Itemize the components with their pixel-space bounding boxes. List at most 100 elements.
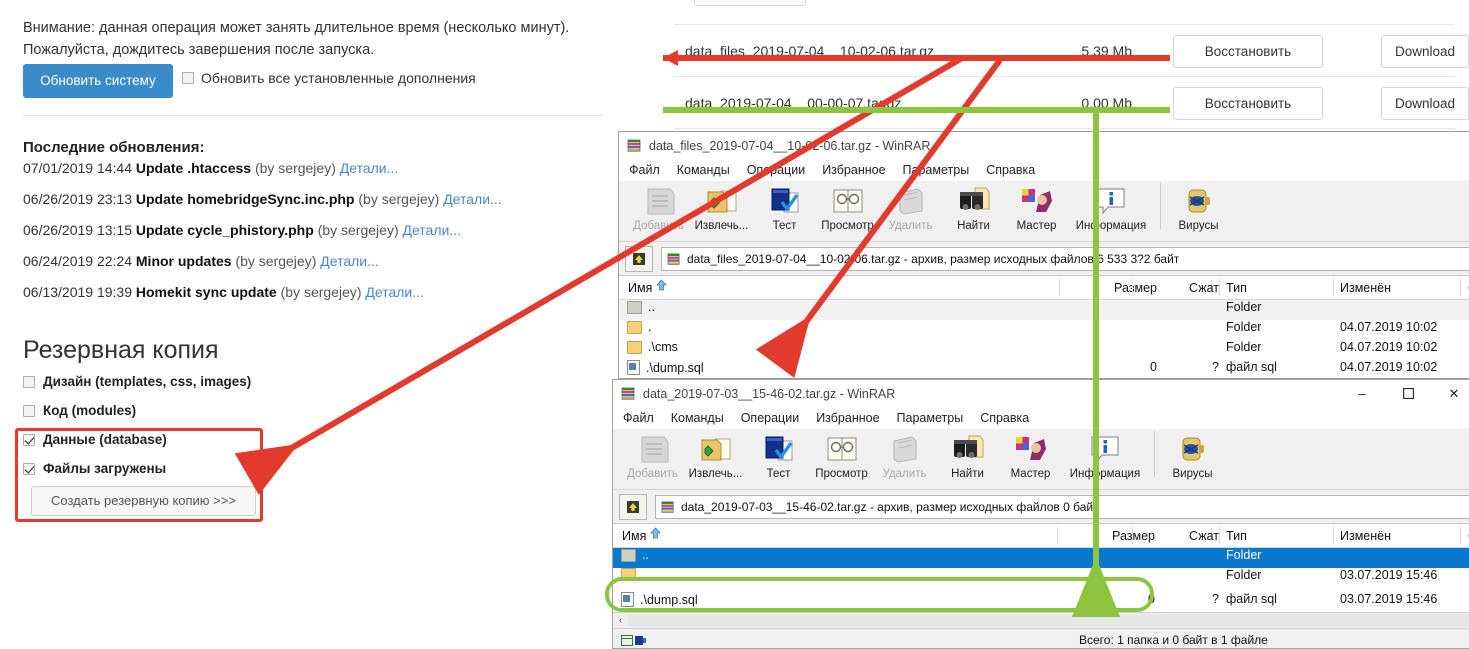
column-header-size[interactable]: Размер (1085, 281, 1157, 295)
toolbar-button-delete[interactable]: Удалить (873, 429, 936, 480)
up-one-level-button[interactable] (625, 245, 653, 272)
backup-database-checkbox[interactable] (23, 433, 35, 446)
menu-item-file[interactable]: Файл (629, 163, 660, 177)
column-header-ratio[interactable]: Сжат (1159, 529, 1219, 543)
column-header-type[interactable]: Тип (1226, 529, 1247, 543)
column-header-size[interactable]: Размер (1083, 529, 1155, 543)
backup-option-uploads[interactable]: Файлы загружены (23, 461, 251, 476)
address-bar[interactable]: data_files_2019-07-04__10-02-06.tar.gz -… (619, 242, 1469, 275)
scroll-track[interactable] (628, 614, 1469, 627)
address-bar[interactable]: data_2019-07-03__15-46-02.tar.gz - архив… (613, 490, 1469, 523)
minimize-icon[interactable]: – (1339, 380, 1385, 407)
toolbar-button-wizard[interactable]: Мастер (999, 429, 1062, 480)
close-icon[interactable]: ✕ (1431, 380, 1469, 407)
update-details-link[interactable]: Детали... (365, 284, 424, 300)
menu-item-commands[interactable]: Команды (677, 163, 730, 177)
window-controls[interactable]: – ✕ (1339, 380, 1469, 407)
update-addons-checkbox[interactable] (182, 72, 194, 84)
column-header-ratio[interactable]: Сжат (1159, 281, 1219, 295)
update-details-link[interactable]: Детали... (320, 253, 379, 269)
column-header-name[interactable]: Имя (622, 529, 646, 543)
toolbar-button-virus[interactable]: Вирусы (1167, 181, 1230, 232)
column-header-name[interactable]: Имя (628, 281, 652, 295)
scroll-left-icon[interactable]: ‹ (613, 614, 628, 627)
file-list[interactable]: .. Folder . Folder 04.07.2019 10:02 .\cm… (619, 300, 1469, 378)
winrar-window-2[interactable]: data_2019-07-03__15-46-02.tar.gz - WinRA… (612, 379, 1469, 649)
table-row[interactable]: .\cms Folder 04.07.2019 10:02 (619, 340, 1469, 360)
create-backup-button[interactable]: Создать резервную копию >>> (31, 486, 256, 516)
toolbar-button-add[interactable]: Добавить (627, 181, 690, 232)
menu-bar[interactable]: Файл Команды Операции Избранное Параметр… (613, 407, 1469, 429)
toolbar-button-view[interactable]: Просмотр (816, 181, 879, 232)
toolbar-button-info[interactable]: Информация (1062, 429, 1148, 480)
backup-option-code[interactable]: Код (modules) (23, 403, 251, 418)
download-button[interactable]: Download (1381, 35, 1469, 68)
menu-item-help[interactable]: Справка (986, 163, 1035, 177)
file-list-header[interactable]: Имя Размер Сжат Тип Изменён C (613, 523, 1469, 548)
backup-uploads-checkbox[interactable] (23, 462, 35, 475)
toolbar[interactable]: Добавить Извлечь... Тест Просмотр Удалит… (619, 181, 1469, 242)
menu-item-favorites[interactable]: Избранное (822, 163, 885, 177)
toolbar-button-info[interactable]: Информация (1068, 181, 1154, 232)
window-title-bar[interactable]: data_files_2019-07-04__10-02-06.tar.gz -… (619, 132, 1469, 159)
toolbar-button-find[interactable]: Найти (942, 181, 1005, 232)
toolbar-button-delete[interactable]: Удалить (879, 181, 942, 232)
update-details-link[interactable]: Детали... (340, 160, 399, 176)
restore-button[interactable]: Восстановить (1173, 87, 1323, 120)
file-list[interactable]: .. Folder Folder 03.07.2019 15:46 .\dump… (613, 548, 1469, 612)
winrar-window-1[interactable]: data_files_2019-07-04__10-02-06.tar.gz -… (618, 131, 1469, 379)
menu-item-operations[interactable]: Операции (747, 163, 805, 177)
table-row[interactable]: . Folder 04.07.2019 10:02 (619, 320, 1469, 340)
toolbar-button-add[interactable]: Добавить (621, 429, 684, 480)
file-name-text: .. (642, 548, 649, 562)
toolbar-button-find[interactable]: Найти (936, 429, 999, 480)
info-icon (1086, 433, 1124, 466)
menu-bar[interactable]: Файл Команды Операции Избранное Параметр… (619, 159, 1469, 181)
table-row[interactable]: .\dump.sql 0 ? файл sql 03.07.2019 15:46 (613, 588, 1469, 612)
toolbar-button-extract[interactable]: Извлечь... (690, 181, 753, 232)
restore-button[interactable]: Восстановить (1173, 35, 1323, 68)
update-details-link[interactable]: Детали... (403, 222, 462, 238)
backup-option-database[interactable]: Данные (database) (23, 432, 251, 447)
column-header-modified[interactable]: Изменён (1340, 529, 1391, 543)
column-divider (1057, 527, 1058, 544)
column-divider (1333, 279, 1334, 296)
toolbar-label: Информация (1075, 220, 1147, 232)
table-row[interactable]: .\dump.sql 0 ? файл sql 04.07.2019 10:02 (619, 360, 1469, 378)
backup-option-design[interactable]: Дизайн (templates, css, images) (23, 374, 251, 389)
update-addons-option[interactable]: Обновить все установленные дополнения (182, 70, 476, 86)
window-title-bar[interactable]: data_2019-07-03__15-46-02.tar.gz - WinRA… (613, 380, 1469, 407)
update-details-link[interactable]: Детали... (443, 191, 502, 207)
toolbar-button-test[interactable]: Тест (753, 181, 816, 232)
update-system-button[interactable]: Обновить систему (23, 64, 173, 98)
backup-code-checkbox[interactable] (23, 404, 35, 417)
column-header-modified[interactable]: Изменён (1340, 281, 1391, 295)
table-row[interactable]: .. Folder (619, 300, 1469, 320)
archive-path-field[interactable]: data_2019-07-03__15-46-02.tar.gz - архив… (655, 494, 1469, 519)
menu-item-options[interactable]: Параметры (897, 411, 964, 425)
toolbar[interactable]: Добавить Извлечь... Тест Просмотр Удалит… (613, 429, 1469, 490)
menu-item-help[interactable]: Справка (980, 411, 1029, 425)
download-button[interactable]: Download (1381, 87, 1469, 120)
toolbar-button-virus[interactable]: Вирусы (1161, 429, 1224, 480)
toolbar-button-extract[interactable]: Извлечь... (684, 429, 747, 480)
up-one-level-button[interactable] (619, 493, 647, 520)
horizontal-scrollbar[interactable]: ‹ (613, 612, 1469, 628)
archive-path-field[interactable]: data_files_2019-07-04__10-02-06.tar.gz -… (661, 246, 1469, 271)
table-row[interactable]: Folder 03.07.2019 15:46 (613, 568, 1469, 588)
maximize-icon[interactable] (1385, 380, 1431, 407)
file-type-cell: Folder (1226, 320, 1262, 334)
menu-item-favorites[interactable]: Избранное (816, 411, 879, 425)
toolbar-button-view[interactable]: Просмотр (810, 429, 873, 480)
menu-item-operations[interactable]: Операции (741, 411, 799, 425)
backup-design-checkbox[interactable] (23, 375, 35, 388)
menu-item-commands[interactable]: Команды (671, 411, 724, 425)
menu-item-file[interactable]: Файл (623, 411, 654, 425)
update-addons-label: Обновить все установленные дополнения (201, 70, 476, 86)
table-row[interactable]: .. Folder (613, 548, 1469, 568)
toolbar-button-test[interactable]: Тест (747, 429, 810, 480)
column-header-type[interactable]: Тип (1226, 281, 1247, 295)
toolbar-button-wizard[interactable]: Мастер (1005, 181, 1068, 232)
file-list-header[interactable]: Имя Размер Сжат Тип Изменён C (619, 275, 1469, 300)
menu-item-options[interactable]: Параметры (903, 163, 970, 177)
